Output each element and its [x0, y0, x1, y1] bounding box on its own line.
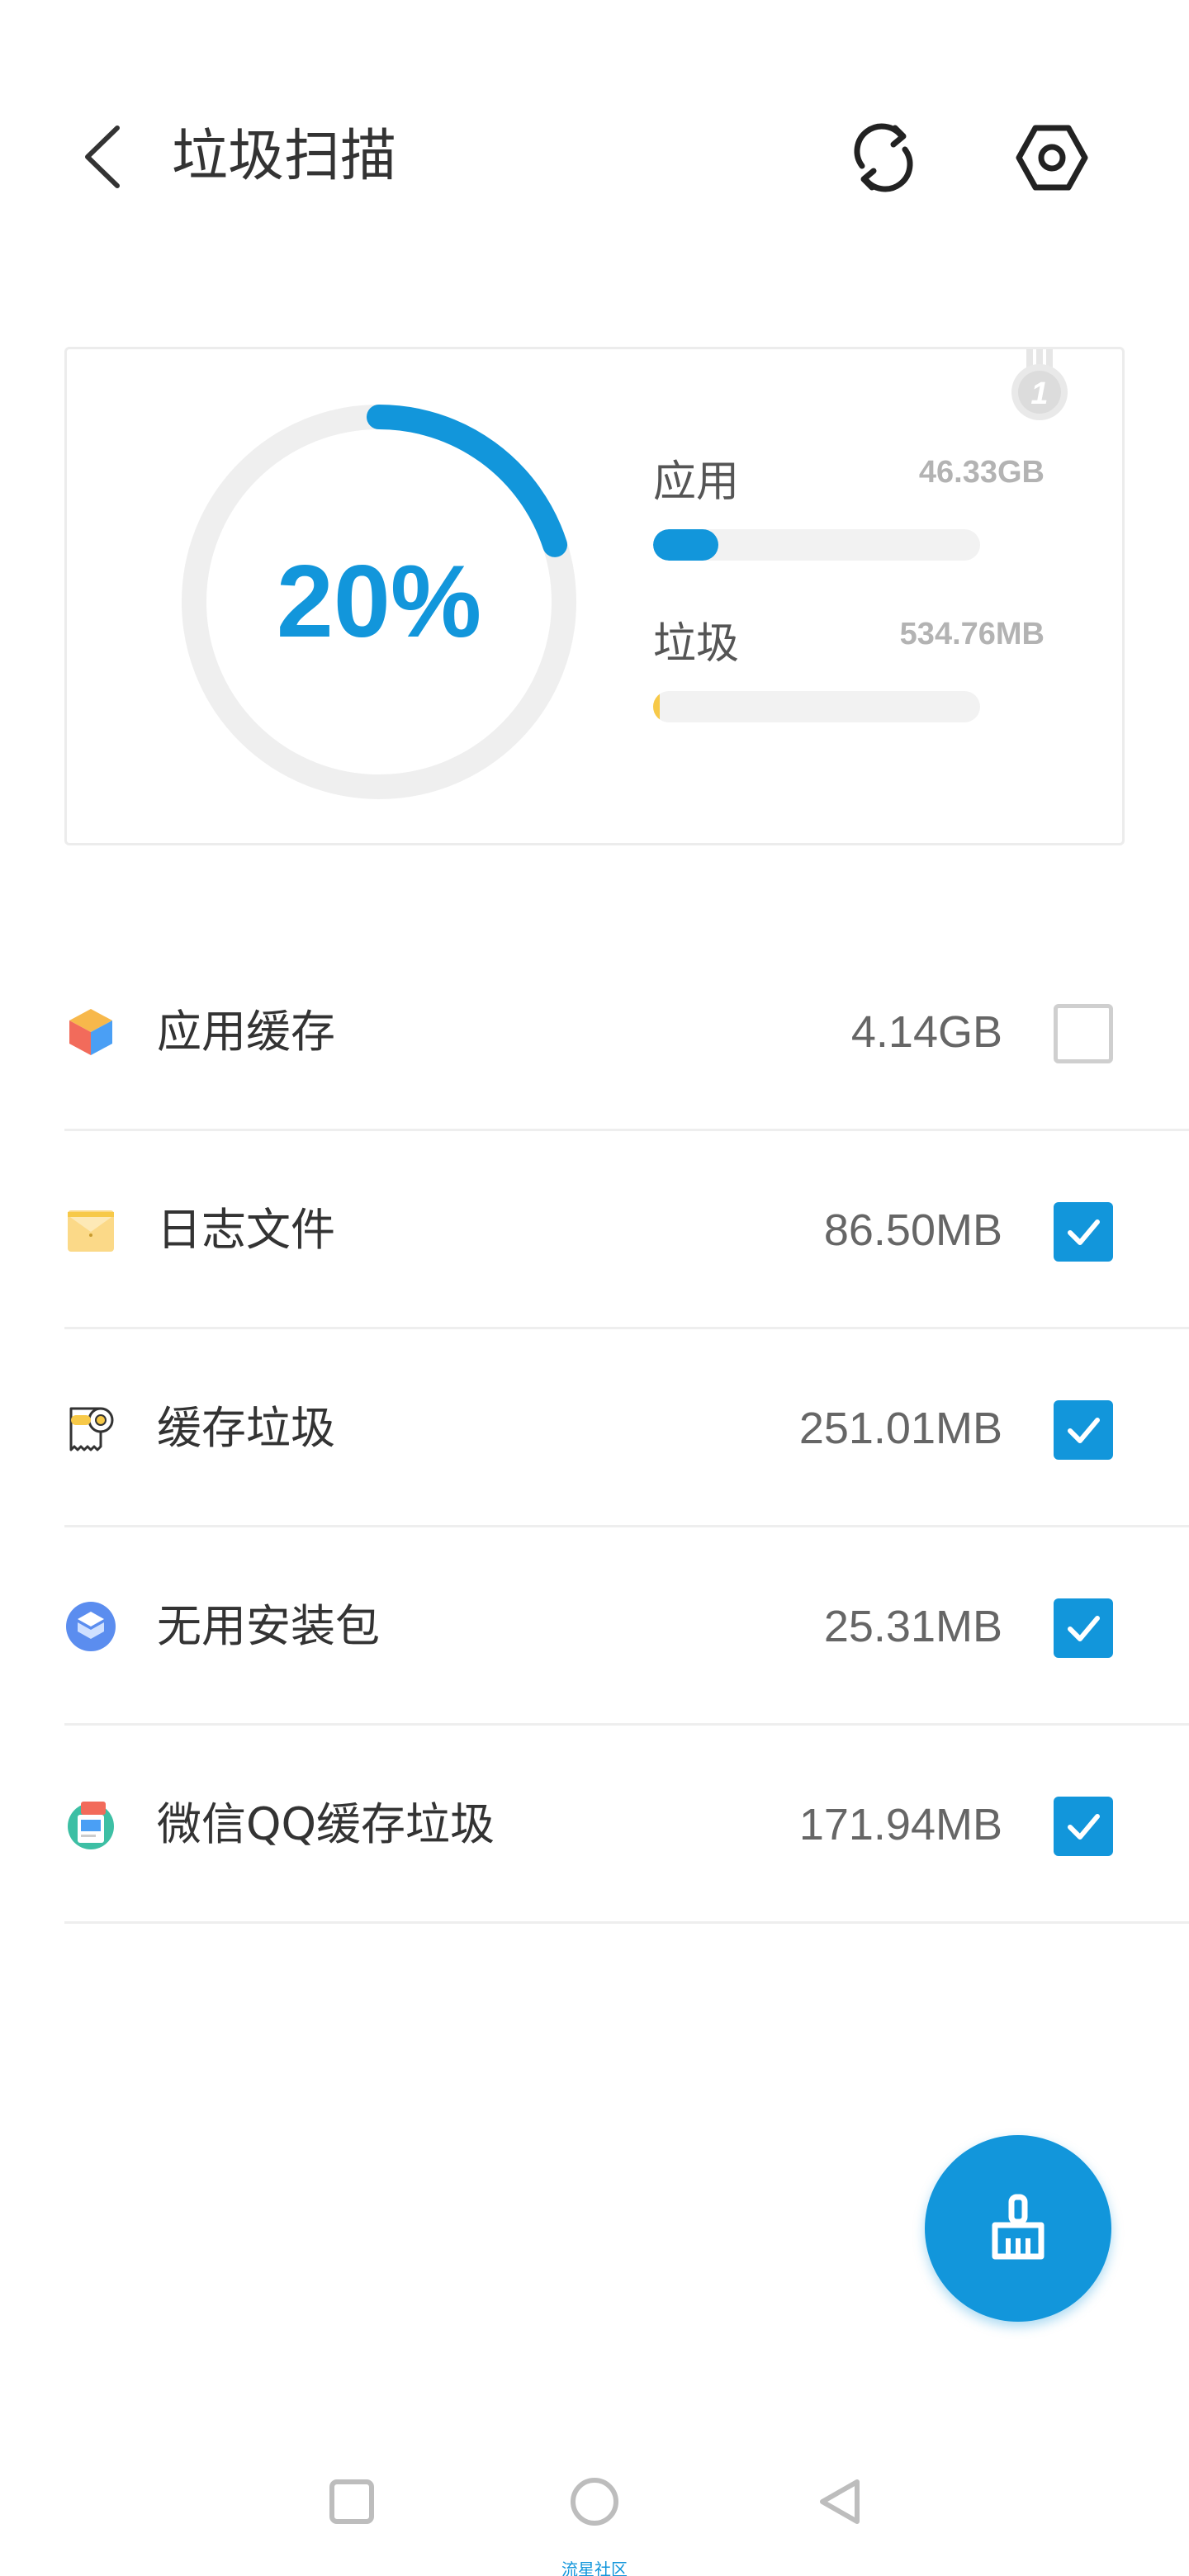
list-item-app-cache[interactable]: 应用缓存 4.14GB [0, 933, 1189, 1131]
checkmark-icon [1068, 1219, 1100, 1245]
checkmark-icon [1068, 1616, 1100, 1641]
envelope-icon [68, 1210, 114, 1252]
list-item-size: 86.50MB [823, 1205, 1002, 1255]
checkbox-checked[interactable] [1054, 1797, 1113, 1856]
clean-button[interactable] [925, 2135, 1111, 2322]
junk-usage-bar-fill [653, 691, 660, 722]
home-button[interactable] [561, 2469, 628, 2535]
list-item-wechat-qq-cache[interactable]: 微信QQ缓存垃圾 171.94MB [0, 1726, 1189, 1924]
package-icon [66, 1602, 116, 1651]
junk-usage-bar [653, 691, 980, 722]
system-navigation-bar: 流星社区 [0, 2444, 1189, 2576]
storage-summary-card: 20% 应用 46.33GB 垃圾 534.76MB 1 [64, 347, 1125, 845]
list-item-log-files[interactable]: 日志文件 86.50MB [0, 1131, 1189, 1329]
checkbox-unchecked[interactable] [1054, 1004, 1113, 1063]
list-item-label: 应用缓存 [157, 1006, 335, 1058]
recent-apps-button[interactable] [319, 2469, 385, 2535]
checkmark-icon [1068, 1814, 1100, 1840]
divider [64, 1921, 1189, 1924]
chevron-left-icon [85, 125, 120, 188]
system-back-button[interactable] [808, 2469, 874, 2535]
broom-icon [992, 2194, 1045, 2260]
list-item-label: 微信QQ缓存垃圾 [157, 1798, 495, 1850]
watermark-text: 流星社区 [561, 2559, 628, 2576]
list-item-size: 25.31MB [823, 1602, 1002, 1651]
triangle-back-icon [820, 2479, 860, 2524]
list-item-label: 无用安装包 [157, 1600, 380, 1652]
hexagon-gear-icon [1016, 125, 1088, 191]
back-button[interactable] [69, 116, 135, 198]
refresh-button[interactable] [842, 112, 925, 203]
checkbox-checked[interactable] [1054, 1202, 1113, 1262]
chat-icon [68, 1802, 114, 1849]
checkbox-checked[interactable] [1054, 1598, 1113, 1658]
circle-icon [571, 2478, 618, 2526]
app-stat-label: 应用 [653, 457, 740, 507]
checkmark-icon [1068, 1418, 1100, 1443]
list-item-size: 251.01MB [798, 1404, 1002, 1453]
settings-button[interactable] [1011, 112, 1093, 203]
junk-category-list: 应用缓存 4.14GB 日志文件 86.50MB 缓存垃圾 251.01MB 无… [0, 933, 1189, 1924]
junk-stat-label: 垃圾 [653, 619, 740, 669]
square-icon [329, 2479, 374, 2524]
app-stat-value: 46.33GB [918, 455, 1045, 490]
list-item-label: 日志文件 [157, 1204, 335, 1256]
tissue-roll-icon [69, 1407, 114, 1451]
badge-number: 1 [1030, 376, 1048, 411]
percent-text: 20% [276, 545, 482, 659]
app-usage-bar [653, 529, 980, 561]
list-item-unused-packages[interactable]: 无用安装包 25.31MB [0, 1527, 1189, 1726]
app-usage-bar-fill [653, 529, 719, 561]
list-item-label: 缓存垃圾 [157, 1402, 335, 1454]
checkbox-checked[interactable] [1054, 1400, 1113, 1460]
list-item-size: 4.14GB [850, 1007, 1002, 1057]
app-header: 垃圾扫描 [0, 0, 1189, 314]
ribbon-badge-icon: 1 [1011, 349, 1068, 420]
cube-icon [69, 1009, 112, 1055]
junk-stat-value: 534.76MB [899, 617, 1045, 651]
list-item-cache-junk[interactable]: 缓存垃圾 251.01MB [0, 1329, 1189, 1527]
page-title: 垃圾扫描 [172, 124, 397, 189]
refresh-icon [854, 123, 913, 192]
list-item-size: 171.94MB [798, 1800, 1002, 1849]
